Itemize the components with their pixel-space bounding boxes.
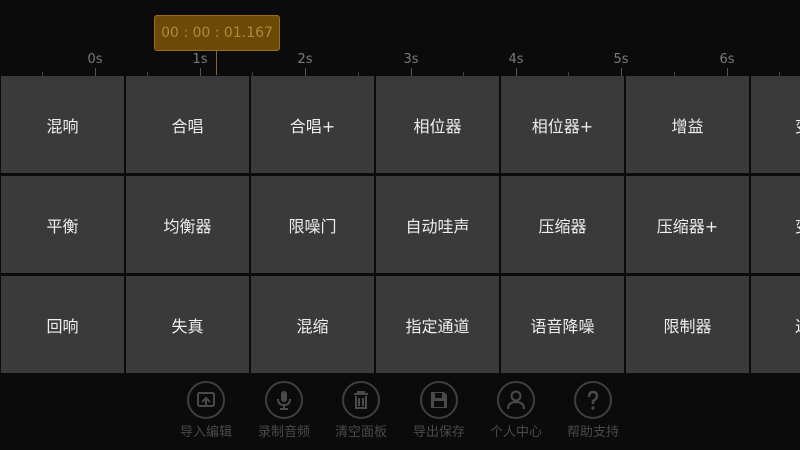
ruler-tick	[200, 68, 201, 76]
effect-button[interactable]: 增益	[626, 76, 749, 173]
effect-button[interactable]: 合唱	[126, 76, 249, 173]
ruler-label: 2s	[297, 52, 313, 67]
playback-time-text: 00 : 00 : 01.167	[161, 25, 273, 41]
ruler-label: 4s	[508, 52, 524, 67]
microphone-icon	[265, 381, 303, 419]
ruler-tick	[621, 68, 622, 76]
effect-button[interactable]: 变	[751, 76, 800, 173]
effect-button[interactable]: 压缩器+	[626, 176, 749, 273]
effect-button[interactable]: 均衡器	[126, 176, 249, 273]
export-save-label: 导出保存	[412, 425, 465, 440]
ruler-tick	[411, 68, 412, 76]
effect-button[interactable]: 自动哇声	[376, 176, 499, 273]
user-icon	[497, 381, 535, 419]
ruler-tick	[727, 68, 728, 76]
effect-button[interactable]: 混缩	[251, 276, 374, 373]
ruler-tick	[95, 68, 96, 76]
record-audio-button[interactable]: 录制音频	[248, 381, 320, 440]
ruler-tick	[516, 68, 517, 76]
help-support-button[interactable]: 帮助支持	[557, 381, 629, 440]
playback-time-badge: 00 : 00 : 01.167	[154, 15, 280, 51]
user-center-button[interactable]: 个人中心	[480, 381, 552, 440]
trash-icon	[342, 381, 380, 419]
effect-button[interactable]: 相位器	[376, 76, 499, 173]
help-support-label: 帮助支持	[566, 425, 619, 440]
user-center-label: 个人中心	[489, 425, 542, 440]
ruler-label: 6s	[719, 52, 735, 67]
effect-button[interactable]: 限噪门	[251, 176, 374, 273]
ruler-label: 1s	[192, 52, 208, 67]
effect-button[interactable]: 语音降噪	[501, 276, 624, 373]
bottom-toolbar: 导入编辑 录制音频 清空面板 导出保存 个人中心 帮助支持	[0, 374, 800, 450]
effect-button[interactable]: 平衡	[1, 176, 124, 273]
effect-button[interactable]: 指定通道	[376, 276, 499, 373]
import-edit-label: 导入编辑	[179, 425, 232, 440]
clear-panel-label: 清空面板	[334, 425, 387, 440]
effect-button[interactable]: 相位器+	[501, 76, 624, 173]
timeline-ruler[interactable]: 0s 1s 2s 3s 4s 5s 6s	[0, 50, 800, 76]
effect-button[interactable]: 回响	[1, 276, 124, 373]
effect-button[interactable]: 变	[751, 176, 800, 273]
effect-button[interactable]: 合唱+	[251, 76, 374, 173]
import-edit-button[interactable]: 导入编辑	[170, 381, 242, 440]
ruler-label: 3s	[403, 52, 419, 67]
effect-button[interactable]: 过	[751, 276, 800, 373]
effect-button[interactable]: 混响	[1, 76, 124, 173]
effect-button[interactable]: 压缩器	[501, 176, 624, 273]
effect-button[interactable]: 限制器	[626, 276, 749, 373]
effect-button[interactable]: 失真	[126, 276, 249, 373]
import-edit-icon	[187, 381, 225, 419]
save-icon	[420, 381, 458, 419]
help-icon	[574, 381, 612, 419]
export-save-button[interactable]: 导出保存	[403, 381, 475, 440]
record-audio-label: 录制音频	[257, 425, 310, 440]
clear-panel-button[interactable]: 清空面板	[325, 381, 397, 440]
effects-grid: 混响 合唱 合唱+ 相位器 相位器+ 增益 变 平衡 均衡器 限噪门 自动哇声 …	[0, 76, 800, 374]
ruler-label: 0s	[87, 52, 103, 67]
ruler-label: 5s	[613, 52, 629, 67]
ruler-tick	[305, 68, 306, 76]
